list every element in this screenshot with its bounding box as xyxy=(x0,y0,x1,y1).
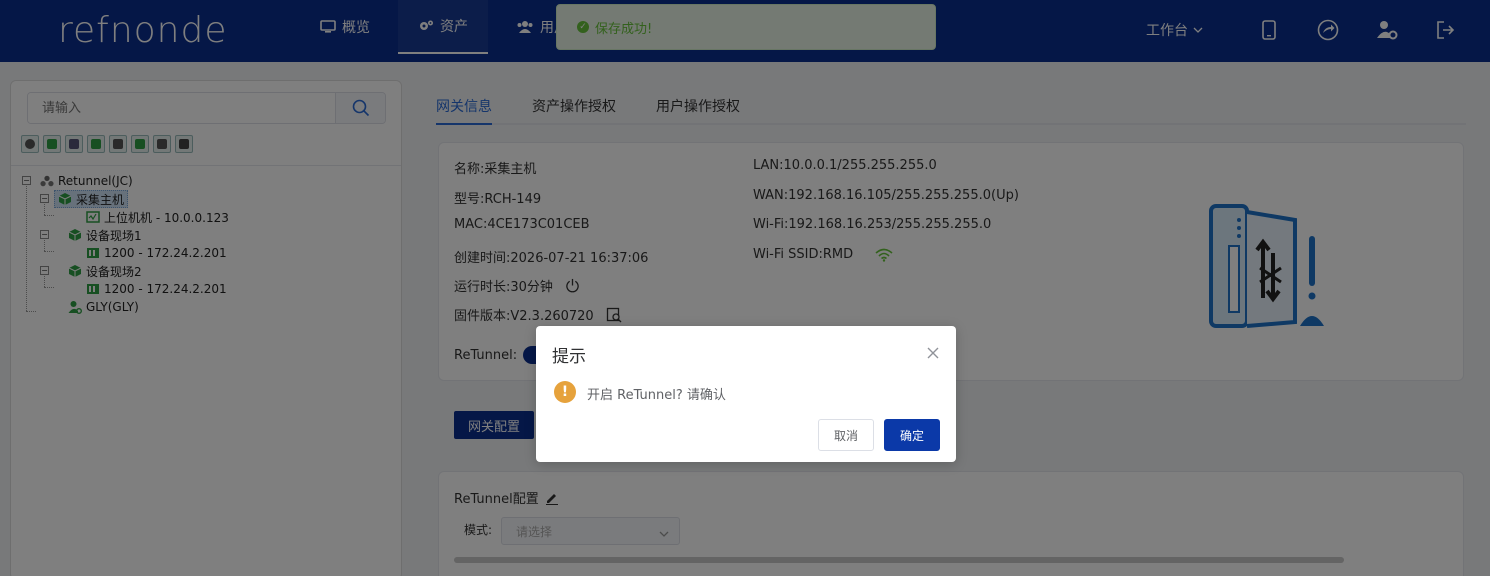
confirm-dialog: 提示 ! 开启 ReTunnel? 请确认 取消 确定 xyxy=(536,326,956,462)
close-icon[interactable] xyxy=(926,346,940,360)
dialog-message: 开启 ReTunnel? 请确认 xyxy=(587,388,726,403)
dialog-title: 提示 xyxy=(552,347,586,367)
confirm-button[interactable]: 确定 xyxy=(884,419,940,451)
warning-icon: ! xyxy=(554,381,576,403)
cancel-button[interactable]: 取消 xyxy=(818,419,874,451)
modal-overlay[interactable] xyxy=(0,0,1490,576)
